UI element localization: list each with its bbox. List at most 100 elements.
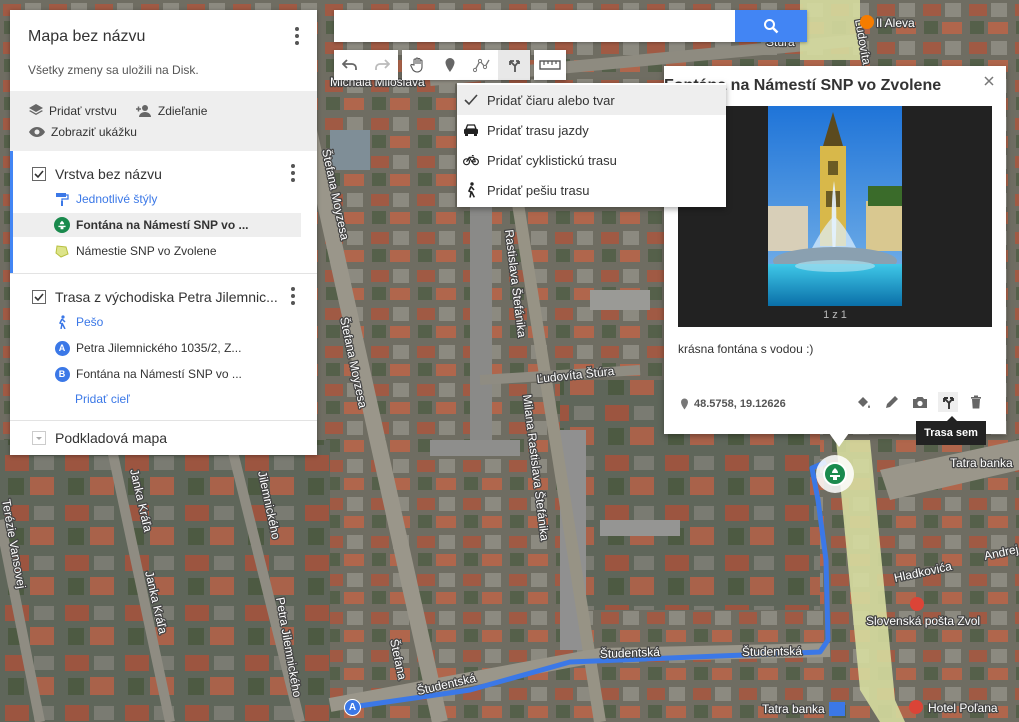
layer-options-menu-icon[interactable] <box>283 163 303 183</box>
directions-icon <box>943 397 954 409</box>
directions-icon <box>509 60 520 72</box>
redo-button[interactable] <box>366 50 398 80</box>
waypoint-label: Petra Jilemnického 1035/2, Z... <box>76 341 242 355</box>
layer-style-label: Jednotlivé štýly <box>76 192 158 206</box>
waypoint-badge: B <box>54 366 70 382</box>
layer-untitled[interactable]: Vrstva bez názvu Jednotlivé štýly Fontán… <box>10 151 317 274</box>
atm-icon <box>829 702 845 716</box>
feature-tools <box>854 392 986 412</box>
share-button[interactable]: Zdieľanie <box>135 104 207 118</box>
map-toolbar <box>334 50 566 80</box>
hotel-icon <box>909 700 923 714</box>
photo-counter: 1 z 1 <box>823 309 847 321</box>
street-label: Študentská <box>600 644 661 661</box>
save-status: Všetky zmeny sa uložili na Disk. <box>28 63 199 77</box>
menu-item-label: Pridať čiaru alebo tvar <box>487 92 615 108</box>
line-icon <box>473 58 490 73</box>
camera-icon <box>913 397 927 408</box>
preview-label: Zobraziť ukážku <box>51 124 137 139</box>
waypoint-badge: A <box>54 340 70 356</box>
directions-to-here-button[interactable] <box>938 392 958 412</box>
basemap-label: Podkladová mapa <box>55 430 168 446</box>
route-visibility-checkbox[interactable] <box>32 290 46 304</box>
bicycle-icon <box>463 152 479 168</box>
search-bar <box>334 10 807 42</box>
layers-icon <box>29 103 43 115</box>
layer-title[interactable]: Vrstva bez názvu <box>55 166 162 182</box>
add-directions-button[interactable] <box>498 50 530 80</box>
style-button[interactable] <box>854 392 874 412</box>
pan-tool-button[interactable] <box>402 50 434 80</box>
menu-item-label: Pridať pešiu trasu <box>487 182 590 198</box>
measure-button[interactable] <box>534 50 566 80</box>
search-input[interactable] <box>334 10 735 42</box>
fountain-photo[interactable] <box>768 106 902 306</box>
map-options-menu-icon[interactable] <box>287 26 307 46</box>
menu-item-add-line[interactable]: Pridať čiaru alebo tvar <box>457 85 726 115</box>
layer-item-square[interactable]: Námestie SNP vo Zvolene <box>10 239 317 263</box>
street-label: Študentská <box>742 643 803 659</box>
waypoint-label: Fontána na Námestí SNP vo ... <box>76 367 242 381</box>
search-icon <box>764 19 779 34</box>
polygon-icon <box>54 243 70 259</box>
layer-item-label: Fontána na Námestí SNP vo ... <box>76 218 249 232</box>
fountain-icon <box>54 217 70 233</box>
search-button[interactable] <box>735 10 807 42</box>
layer-style-link[interactable]: Jednotlivé štýly <box>10 187 317 211</box>
add-photo-button[interactable] <box>910 392 930 412</box>
add-marker-button[interactable] <box>434 50 466 80</box>
add-layer-label: Pridať vrstvu <box>49 103 117 118</box>
poi-label: Tatra banka <box>950 456 1013 470</box>
undo-button[interactable] <box>334 50 366 80</box>
map-sidebar: Mapa bez názvu Všetky zmeny sa uložili n… <box>10 10 317 455</box>
draw-line-button[interactable] <box>466 50 498 80</box>
route-waypoint-a[interactable]: A Petra Jilemnického 1035/2, Z... <box>10 336 317 360</box>
paint-roller-icon <box>54 191 70 207</box>
feature-description[interactable]: krásna fontána s vodou :) <box>678 342 813 356</box>
paint-bucket-icon <box>858 397 870 408</box>
fountain-marker[interactable] <box>816 455 854 493</box>
menu-item-walking-route[interactable]: Pridať pešiu trasu <box>457 175 726 205</box>
close-icon[interactable] <box>980 72 998 90</box>
layer-route[interactable]: Trasa z východiska Petra Jilemnic... Peš… <box>10 274 317 421</box>
marker-icon <box>445 58 455 72</box>
route-waypoint-b[interactable]: B Fontána na Námestí SNP vo ... <box>10 362 317 386</box>
add-layer-button[interactable]: Pridať vrstvu <box>28 103 117 119</box>
edit-button[interactable] <box>882 392 902 412</box>
menu-item-bicycle-route[interactable]: Pridať cyklistickú trasu <box>457 145 726 175</box>
directions-dropdown-menu: Pridať čiaru alebo tvar Pridať trasu jaz… <box>457 83 726 207</box>
add-destination-link[interactable]: Pridať cieľ <box>10 388 317 410</box>
map-title[interactable]: Mapa bez názvu <box>28 28 299 46</box>
poi-label: Hotel Poľana <box>928 701 998 715</box>
route-mode-selector[interactable]: Pešo <box>10 310 317 334</box>
layer-item-fountain[interactable]: Fontána na Námestí SNP vo ... <box>10 213 301 237</box>
feature-coordinates: 48.5758, 19.12626 <box>680 398 786 410</box>
walk-icon <box>463 182 479 198</box>
menu-item-label: Pridať trasu jazdy <box>487 122 589 138</box>
pencil-icon <box>886 396 898 408</box>
poi-label: Tatra banka <box>762 702 825 716</box>
menu-item-label: Pridať cyklistickú trasu <box>487 152 617 168</box>
panel-actions: Pridať vrstvu Zdieľanie Zobraziť ukážku <box>10 91 317 151</box>
route-start-marker[interactable]: A <box>344 699 361 716</box>
undo-icon <box>342 59 357 70</box>
check-icon <box>463 92 479 108</box>
preview-button[interactable]: Zobraziť ukážku <box>28 125 137 139</box>
delete-button[interactable] <box>966 392 986 412</box>
route-options-menu-icon[interactable] <box>283 286 303 306</box>
hand-icon <box>410 57 423 73</box>
car-icon <box>463 122 479 138</box>
fountain-icon <box>823 462 847 486</box>
poi-label: Slovenská pošta Zvol <box>866 614 980 628</box>
poi-label: Il Aleva <box>876 16 915 30</box>
route-title[interactable]: Trasa z východiska Petra Jilemnic... <box>55 289 283 305</box>
chevron-down-icon[interactable] <box>32 431 46 445</box>
layer-visibility-checkbox[interactable] <box>32 167 46 181</box>
redo-icon <box>375 59 390 70</box>
basemap-section[interactable]: Podkladová mapa <box>10 421 317 455</box>
info-window-tail <box>829 433 849 447</box>
menu-item-driving-route[interactable]: Pridať trasu jazdy <box>457 115 726 145</box>
restaurant-icon <box>860 15 874 29</box>
panel-header: Mapa bez názvu Všetky zmeny sa uložili n… <box>10 10 317 91</box>
tooltip: Trasa sem <box>916 416 986 445</box>
